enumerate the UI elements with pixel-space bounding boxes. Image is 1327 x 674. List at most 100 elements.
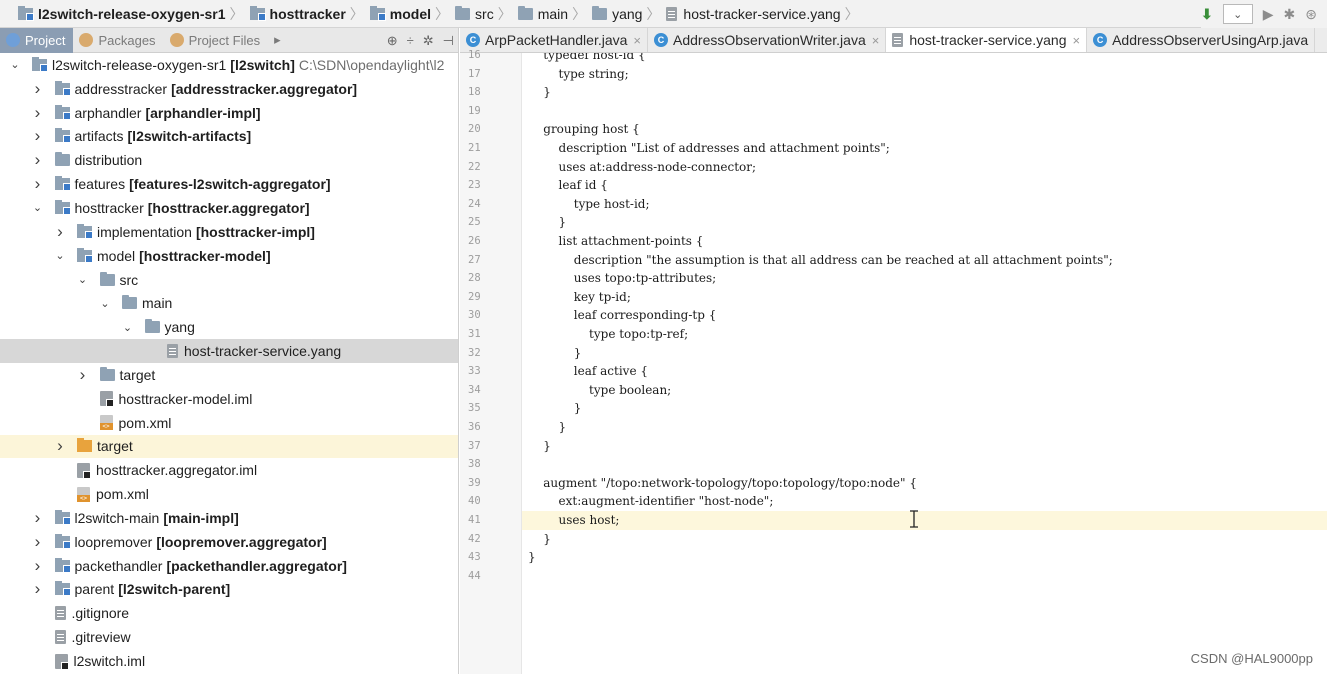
tree-item[interactable]: › arphandler [arphandler-impl] — [0, 101, 458, 125]
tree-item-name: l2switch-release-oxygen-sr1 — [52, 56, 227, 73]
tree-item-module: [l2switch-parent] — [118, 581, 231, 598]
more-tabs-icon[interactable]: ▸ — [268, 28, 289, 53]
line-number: 29 — [468, 290, 481, 303]
tree-item-path: C:\SDN\opendaylight\l2 — [298, 56, 445, 73]
tab-project[interactable]: Project — [0, 27, 74, 53]
tree-item[interactable]: .gitignore — [0, 601, 458, 625]
xml-file-icon — [99, 415, 113, 431]
chevron-down-icon[interactable]: ⌄ — [98, 297, 112, 310]
chevron-down-icon[interactable]: ⌄ — [31, 201, 45, 214]
tree-item[interactable]: pom.xml — [0, 482, 458, 506]
hide-panel-icon[interactable]: ⊣ — [443, 33, 454, 49]
tree-item[interactable]: › l2switch-main [main-impl] — [0, 506, 458, 530]
breadcrumb-item[interactable]: host-tracker-service.yang 〉 — [666, 0, 864, 27]
tree-item[interactable]: › distribution — [0, 148, 458, 172]
close-icon[interactable]: × — [633, 33, 641, 48]
chevron-down-icon[interactable]: ⌄ — [53, 249, 67, 262]
tree-item[interactable]: host-tracker-service.yang — [0, 339, 458, 363]
build-icon[interactable]: ⬇ — [1201, 6, 1213, 23]
tree-item[interactable]: .gitreview — [0, 625, 458, 649]
tree-item-module: [l2switch] — [230, 56, 295, 73]
editor-tab-label: host-tracker-service.yang — [909, 32, 1067, 48]
breadcrumb-item[interactable]: main 〉 — [517, 0, 592, 27]
tree-item[interactable]: l2switch.iml — [0, 649, 458, 673]
chevron-right-icon[interactable]: › — [31, 150, 45, 170]
chevron-right-icon[interactable]: › — [31, 579, 45, 599]
code-line: type topo:tp-ref; — [528, 327, 689, 341]
line-number: 28 — [468, 272, 481, 285]
chevron-right-icon[interactable]: › — [31, 532, 45, 552]
code-area[interactable]: typedef host-id { type string; } groupin… — [522, 53, 1327, 674]
close-icon[interactable]: × — [1073, 33, 1081, 48]
breadcrumb-label: hosttracker — [269, 5, 346, 22]
editor-tab[interactable]: C AddressObserverUsingArp.java — [1087, 28, 1316, 52]
run-config-dropdown[interactable]: ⌄ — [1222, 4, 1253, 24]
tree-item[interactable]: ⌄ src — [0, 268, 458, 292]
tree-item[interactable]: › loopremover [loopremover.aggregator] — [0, 530, 458, 554]
locate-icon[interactable]: ⊕ — [387, 33, 398, 49]
chevron-right-icon[interactable]: › — [31, 126, 45, 146]
line-number: 19 — [468, 104, 481, 117]
chevron-right-icon[interactable]: › — [31, 174, 45, 194]
class-icon: C — [466, 33, 480, 47]
tree-item[interactable]: › addresstracker [addresstracker.aggregato… — [0, 77, 458, 101]
breadcrumb-item[interactable]: src 〉 — [455, 0, 518, 27]
close-icon[interactable]: × — [872, 33, 880, 48]
tree-item[interactable]: › target — [0, 434, 458, 459]
line-number: 42 — [468, 532, 481, 545]
folder-icon — [592, 5, 608, 20]
chevron-right-icon[interactable]: › — [53, 436, 67, 456]
tree-item-module: [hosttracker.aggregator] — [147, 199, 310, 216]
editor-tab[interactable]: C AddressObservationWriter.java × — [648, 28, 887, 52]
tree-item[interactable]: › artifacts [l2switch-artifacts] — [0, 125, 458, 149]
editor-tab-label: AddressObserverUsingArp.java — [1112, 32, 1309, 48]
run-icon[interactable]: ▶ — [1263, 6, 1274, 23]
chevron-right-icon[interactable]: › — [31, 103, 45, 123]
tree-item[interactable]: › implementation [hosttracker-impl] — [0, 220, 458, 244]
tree-item[interactable]: pom.xml — [0, 411, 458, 435]
chevron-down-icon[interactable]: ⌄ — [8, 58, 22, 71]
module-icon — [369, 5, 386, 21]
file-icon — [54, 606, 66, 621]
tree-item[interactable]: ⌄ yang — [0, 315, 458, 339]
breadcrumb-item[interactable]: yang 〉 — [592, 0, 666, 27]
code-line: } — [528, 401, 582, 416]
breadcrumb-label: l2switch-release-oxygen-sr1 — [38, 5, 226, 22]
tree-item[interactable]: ⌄ hosttracker [hosttracker.aggregator] — [0, 196, 458, 220]
module-icon — [54, 199, 71, 215]
breadcrumb-item[interactable]: hosttracker 〉 — [249, 0, 370, 27]
tree-item[interactable]: › target — [0, 363, 458, 387]
coverage-icon[interactable]: ⊛ — [1305, 6, 1317, 23]
tree-item-name: target — [97, 438, 133, 455]
chevron-right-icon[interactable]: › — [76, 365, 90, 385]
chevron-right-icon[interactable]: › — [31, 508, 45, 528]
breadcrumb-item[interactable]: l2switch-release-oxygen-sr1 〉 — [0, 0, 250, 27]
chevron-right-icon[interactable]: › — [31, 556, 45, 576]
target-folder-icon — [77, 438, 92, 453]
tree-item[interactable]: › features [features-l2switch-aggregator] — [0, 172, 458, 196]
tree-item[interactable]: ⌄ l2switch-release-oxygen-sr1 [l2switch] C:… — [0, 53, 458, 77]
xml-file-icon — [77, 486, 90, 502]
tree-item[interactable]: ⌄ model [hosttracker-model] — [0, 244, 458, 268]
tree-item[interactable]: ⌄ main — [0, 291, 458, 315]
chevron-down-icon[interactable]: ⌄ — [76, 273, 90, 286]
tree-item[interactable]: hosttracker-model.iml — [0, 387, 458, 411]
editor-tab[interactable]: host-tracker-service.yang × — [886, 28, 1088, 52]
code-line: } — [528, 531, 551, 546]
tree-item[interactable]: hosttracker.aggregator.iml — [0, 458, 458, 482]
tree-item[interactable]: › packethandler [packethandler.aggregator] — [0, 554, 458, 578]
chevron-down-icon[interactable]: ⌄ — [121, 321, 135, 334]
chevron-right-icon[interactable]: › — [53, 222, 67, 242]
breadcrumb-label: main — [537, 5, 569, 22]
line-number: 35 — [468, 402, 481, 415]
settings-icon[interactable]: ✲ — [423, 33, 434, 49]
breadcrumb-item[interactable]: model 〉 — [369, 0, 455, 27]
class-icon: C — [654, 33, 669, 47]
tab-project-files[interactable]: Project Files — [164, 28, 269, 53]
debug-icon[interactable]: ✱ — [1284, 6, 1296, 23]
tab-packages[interactable]: Packages — [73, 28, 163, 53]
tree-item[interactable]: › parent [l2switch-parent] — [0, 578, 458, 602]
chevron-right-icon[interactable]: › — [31, 79, 45, 99]
collapse-icon[interactable]: ÷ — [407, 33, 414, 48]
